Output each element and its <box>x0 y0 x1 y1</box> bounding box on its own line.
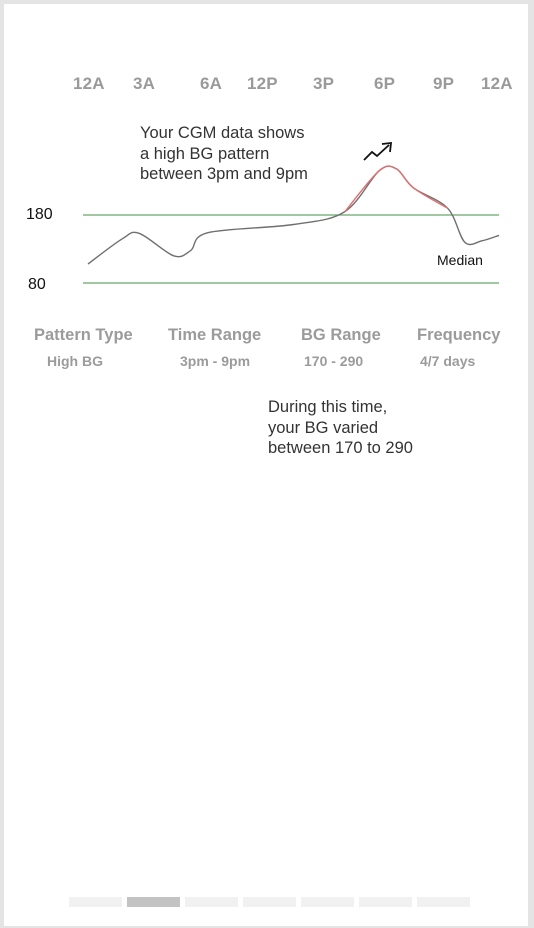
column-value: 170 - 290 <box>304 353 364 369</box>
y-label-180: 180 <box>26 206 53 223</box>
page-indicator-dot[interactable] <box>359 897 412 907</box>
median-line-high-segment <box>344 165 448 213</box>
column-header: Frequency <box>417 326 501 344</box>
page-indicator <box>69 897 470 907</box>
median-label: Median <box>437 252 483 268</box>
column-header: Time Range <box>168 326 262 344</box>
page-indicator-dot[interactable] <box>417 897 470 907</box>
page-indicator-dot[interactable] <box>185 897 238 907</box>
column-value: 4/7 days <box>420 353 476 369</box>
page-indicator-dot[interactable] <box>243 897 296 907</box>
y-label-80: 80 <box>28 276 46 293</box>
pattern-card: 12A 3A 6A 12P 3P 6P 9P 12A Your CGM data… <box>4 4 528 926</box>
detail-line: between 170 to 290 <box>268 439 413 457</box>
page-indicator-dot[interactable] <box>127 897 180 907</box>
page-indicator-dot[interactable] <box>301 897 354 907</box>
detail-line: During this time, <box>268 398 388 416</box>
column-header: Pattern Type <box>34 326 133 344</box>
column-header: BG Range <box>301 326 381 344</box>
detail-line: your BG varied <box>268 418 379 437</box>
detail-text: During this time, your BG varied between… <box>268 397 413 459</box>
column-value: High BG <box>47 353 103 369</box>
page-indicator-dot[interactable] <box>69 897 122 907</box>
column-value: 3pm - 9pm <box>180 353 251 369</box>
